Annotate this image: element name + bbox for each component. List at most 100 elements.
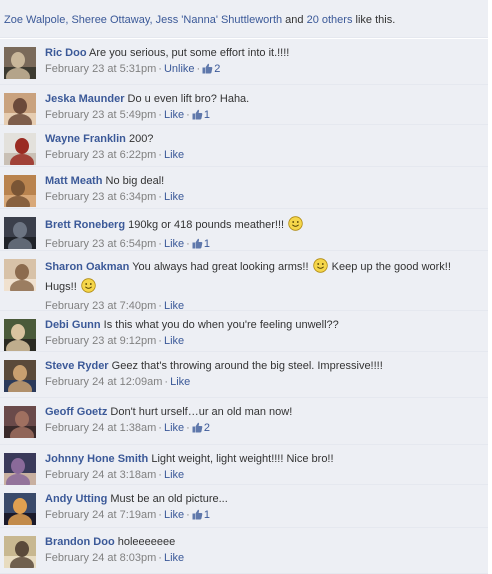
avatar[interactable] [4, 406, 36, 438]
avatar[interactable] [4, 493, 36, 525]
comment-meta: February 24 at 8:03pm · Like [45, 551, 482, 565]
comment-timestamp[interactable]: February 23 at 5:31pm [45, 63, 156, 75]
likes-summary: Zoe Walpole, Sheree Ottaway, Jess 'Nanna… [0, 0, 488, 38]
comment-text: Light weight, light weight!!!! Nice bro!… [151, 453, 334, 465]
thumbs-up-icon [202, 63, 213, 78]
comment-item: Jeska Maunder Do u even lift bro? Haha. F… [0, 85, 488, 125]
avatar[interactable] [4, 319, 36, 351]
comment-content: Wayne Franklin 200? [45, 132, 482, 147]
comment-body: Debi Gunn Is this what you do when you'r… [45, 318, 482, 348]
like-link[interactable]: Like [164, 238, 184, 250]
meta-separator: · [186, 509, 190, 521]
comment-item: Ric Doo Are you serious, put some effort… [0, 39, 488, 85]
comment-timestamp[interactable]: February 23 at 6:22pm [45, 149, 156, 161]
thumbs-up-icon [192, 109, 203, 124]
avatar[interactable] [4, 175, 36, 207]
comment-author-link[interactable]: Steve Ryder [45, 360, 109, 372]
meta-separator: · [164, 376, 169, 388]
comment-timestamp[interactable]: February 24 at 12:09am [45, 376, 162, 388]
meta-separator: · [186, 238, 190, 250]
avatar[interactable] [4, 47, 36, 79]
comment-meta: February 24 at 3:18am · Like [45, 468, 482, 482]
like-link[interactable]: Like [164, 552, 184, 564]
comment-author-link[interactable]: Debi Gunn [45, 319, 101, 331]
like-count-link[interactable]: 1 [192, 238, 210, 250]
comment-text: 200? [128, 133, 154, 145]
comment-author-link[interactable]: Andy Utting [45, 493, 107, 505]
comment-content: Geoff Goetz Don't hurt urself…ur an old … [45, 405, 482, 420]
meta-separator: · [186, 109, 190, 121]
comment-author-link[interactable]: Ric Doo [45, 47, 87, 59]
comment-content: Brett Roneberg 190kg or 418 pounds meath… [45, 216, 482, 236]
avatar[interactable] [4, 93, 36, 125]
comment-item: Debi Gunn Is this what you do when you'r… [0, 311, 488, 352]
like-count: 2 [203, 422, 210, 434]
avatar[interactable] [4, 453, 36, 485]
like-count-link[interactable]: 1 [192, 109, 210, 121]
comment-item: Geoff Goetz Don't hurt urself…ur an old … [0, 398, 488, 445]
comment-item: Sharon Oakman You always had great looki… [0, 251, 488, 312]
like-link[interactable]: Like [164, 191, 184, 203]
comment-content: Matt Meath No big deal! [45, 174, 482, 189]
likers-others-link[interactable]: 20 others [307, 14, 353, 26]
avatar[interactable] [4, 536, 36, 568]
comment-author-link[interactable]: Jeska Maunder [45, 93, 124, 105]
comment-body: Andy Utting Must be an old picture... Feb… [45, 492, 482, 524]
meta-separator: · [158, 149, 162, 161]
like-count: 1 [203, 109, 210, 121]
comment-timestamp[interactable]: February 24 at 8:03pm [45, 552, 156, 564]
avatar[interactable] [4, 133, 36, 165]
likers-names-link[interactable]: Zoe Walpole, Sheree Ottaway, Jess 'Nanna… [4, 14, 282, 26]
meta-separator: · [158, 335, 162, 347]
like-count-link[interactable]: 1 [192, 509, 210, 521]
comment-text: Don't hurt urself…ur an old man now! [110, 406, 293, 418]
comment-body: Steve Ryder Geez that's throwing around … [45, 359, 482, 389]
meta-separator: · [158, 109, 162, 121]
like-link[interactable]: Like [164, 109, 184, 121]
avatar[interactable] [4, 360, 36, 392]
likes-and-text: and [282, 14, 307, 26]
comment-text: You always had great looking arms!! [132, 261, 309, 273]
avatar[interactable] [4, 259, 36, 291]
comment-timestamp[interactable]: February 24 at 1:38am [45, 422, 156, 434]
comment-body: Jeska Maunder Do u even lift bro? Haha. F… [45, 92, 482, 124]
comment-body: Matt Meath No big deal! February 23 at 6:… [45, 174, 482, 204]
comment-item: Matt Meath No big deal! February 23 at 6:… [0, 167, 488, 209]
avatar[interactable] [4, 217, 36, 249]
unlike-link[interactable]: Unlike [164, 63, 195, 75]
comment-author-link[interactable]: Matt Meath [45, 175, 102, 187]
comment-timestamp[interactable]: February 23 at 9:12pm [45, 335, 156, 347]
comment-timestamp[interactable]: February 23 at 6:54pm [45, 238, 156, 250]
meta-separator: · [158, 509, 162, 521]
like-link[interactable]: Like [164, 469, 184, 481]
comment-author-link[interactable]: Wayne Franklin [45, 133, 126, 145]
meta-separator: · [158, 422, 162, 434]
comment-content: Jeska Maunder Do u even lift bro? Haha. [45, 92, 482, 107]
comment-timestamp[interactable]: February 23 at 5:49pm [45, 109, 156, 121]
comment-body: Johnny Hone Smith Light weight, light we… [45, 452, 482, 482]
comment-author-link[interactable]: Brett Roneberg [45, 219, 125, 231]
smiley-icon [312, 258, 328, 278]
like-count-link[interactable]: 2 [192, 422, 210, 434]
like-link[interactable]: Like [170, 376, 190, 388]
comment-meta: February 24 at 12:09am · Like [45, 375, 482, 389]
comment-content: Johnny Hone Smith Light weight, light we… [45, 452, 482, 467]
like-link[interactable]: Like [164, 149, 184, 161]
like-link[interactable]: Like [164, 509, 184, 521]
comment-author-link[interactable]: Sharon Oakman [45, 261, 129, 273]
comment-timestamp[interactable]: February 23 at 6:34pm [45, 191, 156, 203]
comment-content: Andy Utting Must be an old picture... [45, 492, 482, 507]
comment-content: Steve Ryder Geez that's throwing around … [45, 359, 482, 374]
like-count: 1 [203, 238, 210, 250]
comment-timestamp[interactable]: February 24 at 7:19am [45, 509, 156, 521]
comment-author-link[interactable]: Johnny Hone Smith [45, 453, 148, 465]
like-count-link[interactable]: 2 [202, 63, 220, 75]
comment-author-link[interactable]: Geoff Goetz [45, 406, 107, 418]
thumbs-up-icon [192, 422, 203, 437]
comment-timestamp[interactable]: February 24 at 3:18am [45, 469, 156, 481]
like-link[interactable]: Like [164, 422, 184, 434]
comment-meta: February 23 at 9:12pm · Like [45, 334, 482, 348]
like-link[interactable]: Like [164, 335, 184, 347]
comment-author-link[interactable]: Brandon Doo [45, 536, 115, 548]
meta-separator: · [158, 238, 162, 250]
